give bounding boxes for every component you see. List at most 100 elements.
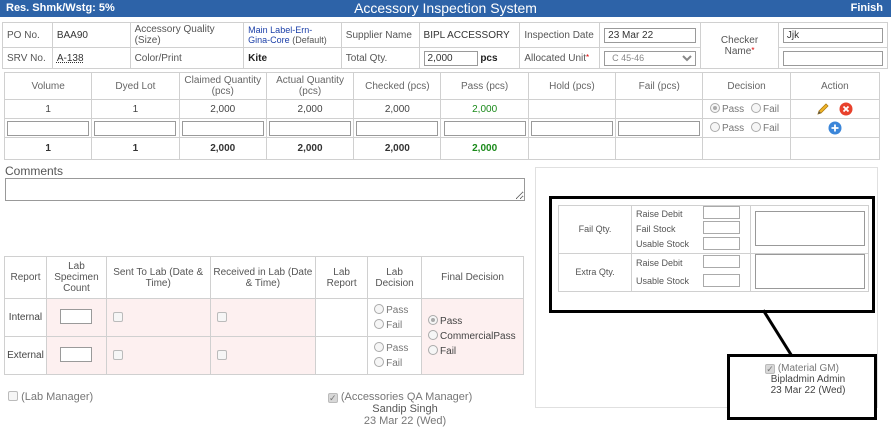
extra-usable-stock-label: Usable Stock [631,272,703,292]
received-in-lab-checkbox[interactable] [216,349,227,360]
cell-volume: 1 [3,99,93,119]
edit-pencil-icon[interactable] [816,102,830,116]
material-gm-date: 23 Mar 22 (Wed) [770,385,846,396]
total-pass: 2,000 [440,137,529,160]
inspection-date-label: Inspection Date [519,22,601,48]
specimen-count-input[interactable] [60,346,93,362]
comments-textarea[interactable] [5,178,525,201]
final-fail-radio[interactable] [428,345,439,355]
inspection-date-input[interactable] [604,27,697,43]
extra-usable-stock-input[interactable] [702,273,740,287]
fail-stock-input[interactable] [702,221,740,234]
col-pass: Pass (pcs) [440,72,529,100]
new-decision-fail-radio[interactable] [750,122,761,132]
extra-raise-debit-input[interactable] [702,255,740,269]
fail-stock-label: Fail Stock [631,221,703,236]
total-qty-input[interactable] [423,50,478,66]
allocated-unit-label: Allocated Unit [524,52,587,64]
received-in-lab-checkbox[interactable] [216,311,227,322]
qa-manager-date: 23 Mar 22 (Wed) [363,415,447,427]
lab-row-label: External [4,336,47,375]
decision-fail-radio[interactable] [750,103,761,113]
srv-label: SRV No. [2,47,53,69]
fail-qty-label: Fail Qty. [558,205,632,254]
col-checked: Checked (pcs) [353,72,442,100]
comments-label: Comments [5,164,64,178]
usable-stock-label: Usable Stock [631,236,703,254]
inspection-grid: Volume Dyed Lot Claimed Quantity (pcs) A… [3,72,881,160]
col-fail: Fail (pcs) [615,72,704,100]
lab-col-sent: Sent To Lab (Date & Time) [105,256,211,299]
qa-manager-approval: (Accessories QA Manager) Sandip Singh 23… [310,391,490,427]
required-marker: * [586,52,590,62]
checker-name-input[interactable] [782,27,883,43]
col-action: Action [789,72,881,100]
dyed-lot-input[interactable] [94,120,177,136]
color-value: Kite [243,47,342,69]
lab-pass-radio[interactable] [374,341,385,352]
col-actual: Actual Quantity (pcs) [265,72,355,100]
quality-value: Main Label-Ern- Gina-Core (Default) [243,22,342,48]
finish-button[interactable]: Finish [851,2,883,14]
total-qty-unit: pcs [480,52,498,64]
extra-remarks-textarea[interactable] [754,253,865,289]
lab-manager-checkbox[interactable] [8,391,18,401]
lab-col-specimen: Lab Specimen Count [45,256,107,299]
col-dyed-lot: Dyed Lot [91,72,180,100]
sent-to-lab-checkbox[interactable] [112,349,123,360]
sent-to-lab-checkbox[interactable] [112,311,123,322]
quality-label: Accessory Quality (Size) [129,22,245,48]
raise-debit-label: Raise Debit [631,205,703,221]
allocated-unit-select[interactable]: C 45-46 [604,50,697,66]
lab-fail-radio[interactable] [374,318,385,329]
col-claimed: Claimed Quantity (pcs) [178,72,267,100]
total-checked: 2,000 [353,137,442,160]
new-decision-pass-radio[interactable] [709,122,720,132]
specimen-count-input[interactable] [60,308,93,324]
cell-claimed: 2,000 [178,99,267,119]
claimed-input[interactable] [181,120,264,136]
lab-fail-radio[interactable] [374,356,385,367]
srv-value[interactable]: A-138 [57,53,84,64]
add-row-icon[interactable] [828,121,842,135]
cell-pass: 2,000 [440,99,529,119]
pass-input[interactable] [443,120,526,136]
final-pass-radio[interactable] [428,315,439,325]
volume-input[interactable] [7,120,90,136]
fail-remarks-textarea[interactable] [754,210,865,246]
final-commercial-pass-radio[interactable] [428,330,439,340]
raise-debit-input[interactable] [702,206,740,219]
lab-col-decision: Lab Decision [367,256,423,299]
cell-checked: 2,000 [353,99,442,119]
lab-pass-radio[interactable] [374,303,385,314]
material-gm-checkbox[interactable] [765,364,776,374]
fail-extra-qty-table: Fail Qty. Raise Debit Fail Stock Usable … [558,205,869,292]
lab-manager-approval: (Lab Manager) [8,391,93,403]
qa-manager-checkbox[interactable] [327,393,338,403]
lab-col-final: Final Decision [421,256,524,299]
fail-input[interactable] [618,120,701,136]
lab-col-report-file: Lab Report [315,256,369,299]
cell-fail [615,99,704,119]
lab-col-report: Report [4,256,47,299]
lab-row-label: Internal [4,298,47,337]
highlight-box: Fail Qty. Raise Debit Fail Stock Usable … [549,196,875,313]
delete-icon[interactable] [839,102,853,116]
actual-input[interactable] [269,120,352,136]
checked-input[interactable] [356,120,439,136]
qa-manager-label: (Accessories QA Manager) [340,391,473,403]
total-actual: 2,000 [265,137,355,160]
cell-dyed-lot: 1 [91,99,180,119]
col-hold: Hold (pcs) [527,72,617,100]
app-title: Accessory Inspection System [354,0,537,16]
lab-table: Report Lab Specimen Count Sent To Lab (D… [4,256,524,375]
hold-input[interactable] [530,120,613,136]
lab-manager-label: (Lab Manager) [21,391,94,403]
usable-stock-input[interactable] [702,236,740,250]
material-gm-label: (Material GM) [777,363,839,374]
decision-pass-radio[interactable] [709,103,720,113]
total-claimed: 2,000 [178,137,267,160]
total-qty-label: Total Qty. [340,47,420,69]
checker-extra-input[interactable] [782,50,883,66]
cell-hold [527,99,617,119]
